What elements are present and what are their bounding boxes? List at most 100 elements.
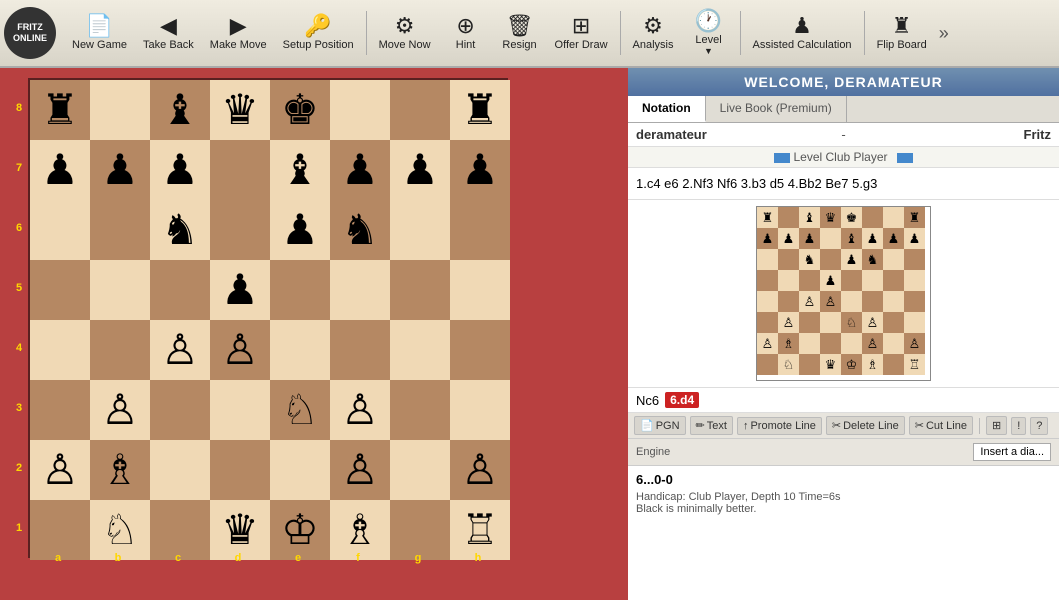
square-h2[interactable]: ♙ — [450, 440, 510, 500]
square-f5[interactable] — [330, 260, 390, 320]
square-c6[interactable]: ♞ — [150, 200, 210, 260]
promote-line-button[interactable]: ↑ Promote Line — [737, 417, 822, 435]
square-a2[interactable]: ♙ — [30, 440, 90, 500]
mini-sq — [757, 291, 778, 312]
square-c1[interactable] — [150, 500, 210, 560]
square-a5[interactable] — [30, 260, 90, 320]
square-f6[interactable]: ♞ — [330, 200, 390, 260]
resign-button[interactable]: 🗑 Resign — [493, 11, 547, 55]
square-g6[interactable] — [390, 200, 450, 260]
square-a7[interactable]: ♟ — [30, 140, 90, 200]
square-e6[interactable]: ♟ — [270, 200, 330, 260]
mini-sq: ♗ — [862, 354, 883, 375]
exclaim-button[interactable]: ! — [1011, 417, 1026, 435]
square-e7[interactable]: ♝ — [270, 140, 330, 200]
square-d7[interactable] — [210, 140, 270, 200]
square-c4[interactable]: ♙ — [150, 320, 210, 380]
offer-draw-button[interactable]: ⊞ Offer Draw — [547, 11, 616, 55]
square-b1[interactable]: ♘ — [90, 500, 150, 560]
square-h4[interactable] — [450, 320, 510, 380]
square-h5[interactable] — [450, 260, 510, 320]
square-g8[interactable] — [390, 80, 450, 140]
square-f2[interactable]: ♙ — [330, 440, 390, 500]
square-f8[interactable] — [330, 80, 390, 140]
square-c7[interactable]: ♟ — [150, 140, 210, 200]
square-b5[interactable] — [90, 260, 150, 320]
take-back-button[interactable]: ◀ Take Back — [135, 11, 202, 55]
square-e1[interactable]: ♔ — [270, 500, 330, 560]
square-g2[interactable] — [390, 440, 450, 500]
square-d2[interactable] — [210, 440, 270, 500]
square-g3[interactable] — [390, 380, 450, 440]
score-display: - — [802, 127, 885, 142]
square-d3[interactable] — [210, 380, 270, 440]
mini-sq — [820, 228, 841, 249]
square-e3[interactable]: ♘ — [270, 380, 330, 440]
toolbar-more-button[interactable]: » — [935, 23, 953, 44]
square-f1[interactable]: ♗ — [330, 500, 390, 560]
square-h8[interactable]: ♜ — [450, 80, 510, 140]
square-g1[interactable] — [390, 500, 450, 560]
square-e2[interactable] — [270, 440, 330, 500]
square-b3[interactable]: ♙ — [90, 380, 150, 440]
square-e5[interactable] — [270, 260, 330, 320]
mini-sq: ♞ — [862, 249, 883, 270]
diagram-button[interactable]: ⊞ — [986, 416, 1007, 435]
analysis-button[interactable]: ⚙ Analysis — [625, 11, 682, 55]
square-g4[interactable] — [390, 320, 450, 380]
square-a8[interactable]: ♜ — [30, 80, 90, 140]
flip-board-button[interactable]: ♜ Flip Board — [869, 11, 935, 55]
square-c2[interactable] — [150, 440, 210, 500]
mini-sq: ♟ — [862, 228, 883, 249]
square-d4[interactable]: ♙ — [210, 320, 270, 380]
square-g5[interactable] — [390, 260, 450, 320]
tab-notation[interactable]: Notation — [628, 96, 706, 122]
square-a3[interactable] — [30, 380, 90, 440]
square-d5[interactable]: ♟ — [210, 260, 270, 320]
make-move-button[interactable]: ▶ Make Move — [202, 11, 275, 55]
square-d6[interactable] — [210, 200, 270, 260]
assisted-calc-button[interactable]: ♟ Assisted Calculation — [745, 11, 860, 55]
new-game-button[interactable]: 📄 New Game — [64, 11, 135, 55]
square-f4[interactable] — [330, 320, 390, 380]
square-c3[interactable] — [150, 380, 210, 440]
chess-board[interactable]: ♜ ♝ ♛ ♚ ♜ ♟ ♟ ♟ ♝ ♟ ♟ ♟ ♞ — [28, 78, 508, 558]
square-e4[interactable] — [270, 320, 330, 380]
square-f3[interactable]: ♙ — [330, 380, 390, 440]
level-text: Level Club Player — [793, 150, 887, 164]
square-h6[interactable] — [450, 200, 510, 260]
insert-diagram-button[interactable]: Insert a dia... — [973, 443, 1051, 461]
hint-icon: ⊕ — [456, 15, 474, 37]
square-d8[interactable]: ♛ — [210, 80, 270, 140]
square-a4[interactable] — [30, 320, 90, 380]
square-a6[interactable] — [30, 200, 90, 260]
text-button[interactable]: ✏ Text — [690, 416, 733, 435]
tab-live-book[interactable]: Live Book (Premium) — [706, 96, 847, 122]
square-h1[interactable]: ♖ — [450, 500, 510, 560]
square-h7[interactable]: ♟ — [450, 140, 510, 200]
square-g7[interactable]: ♟ — [390, 140, 450, 200]
square-d1[interactable]: ♛ — [210, 500, 270, 560]
setup-position-button[interactable]: 🔑 Setup Position — [275, 11, 362, 55]
square-a1[interactable] — [30, 500, 90, 560]
square-c5[interactable] — [150, 260, 210, 320]
square-c8[interactable]: ♝ — [150, 80, 210, 140]
square-b7[interactable]: ♟ — [90, 140, 150, 200]
square-b2[interactable]: ♗ — [90, 440, 150, 500]
square-e8[interactable]: ♚ — [270, 80, 330, 140]
move-now-button[interactable]: ⚙ Move Now — [371, 11, 439, 55]
square-b8[interactable] — [90, 80, 150, 140]
question-button[interactable]: ? — [1030, 417, 1048, 435]
square-f7[interactable]: ♟ — [330, 140, 390, 200]
hint-button[interactable]: ⊕ Hint — [439, 11, 493, 55]
square-b6[interactable] — [90, 200, 150, 260]
resign-icon: 🗑 — [506, 15, 534, 37]
text-icon: ✏ — [696, 419, 705, 432]
delete-line-button[interactable]: ✂ Delete Line — [826, 416, 905, 435]
pgn-button[interactable]: 📄 PGN — [634, 416, 686, 435]
level-button[interactable]: 🕐 Level ▼ — [682, 6, 736, 60]
board-container: 8 7 6 5 4 3 2 1 ♜ ♝ ♛ ♚ ♜ ♟ — [10, 78, 600, 568]
cut-line-button[interactable]: ✂ Cut Line — [909, 416, 973, 435]
square-b4[interactable] — [90, 320, 150, 380]
square-h3[interactable] — [450, 380, 510, 440]
